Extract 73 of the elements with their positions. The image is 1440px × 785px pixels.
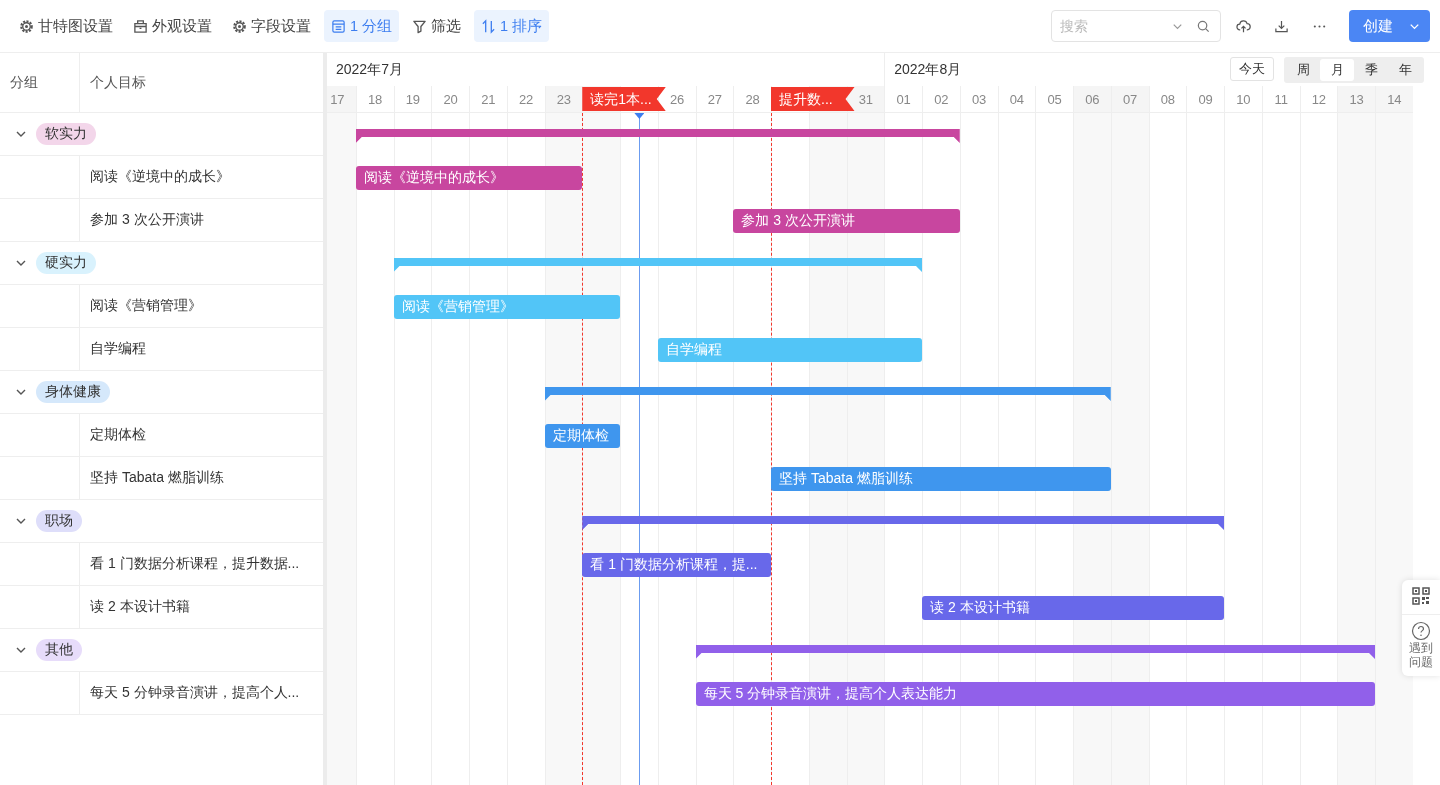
- list-icon: [331, 18, 346, 34]
- task-bar[interactable]: 看 1 门数据分析课程，提...: [582, 553, 771, 577]
- task-name: 看 1 门数据分析课程，提升数据...: [89, 555, 300, 573]
- today-button[interactable]: 今天: [1230, 57, 1274, 81]
- view-tab[interactable]: 周: [1286, 59, 1320, 81]
- month-label: 2022年7月: [335, 59, 404, 79]
- day-label: 02: [922, 86, 960, 112]
- upload-icon[interactable]: [1235, 18, 1251, 34]
- view-tab[interactable]: 年: [1388, 59, 1422, 81]
- day-label: 17: [327, 86, 356, 112]
- gear-icon: [232, 18, 247, 34]
- day-label: 21: [469, 86, 507, 112]
- day-label: 11: [1261, 86, 1300, 112]
- day-label: 10: [1224, 86, 1262, 112]
- milestone-flag[interactable]: 提升数...: [771, 87, 855, 111]
- search-field[interactable]: 搜索: [1051, 10, 1221, 42]
- toolbar-button[interactable]: 1 排序: [474, 10, 550, 42]
- day-label: 08: [1148, 86, 1187, 112]
- day-label: 07: [1110, 86, 1149, 112]
- today-marker: [634, 113, 645, 119]
- task-name: 坚持 Tabata 燃脂训练: [89, 469, 224, 487]
- day-label: 27: [695, 86, 734, 112]
- column-header: 分组: [0, 53, 80, 112]
- group-tag: 软实力: [36, 123, 96, 145]
- day-label: 22: [506, 86, 545, 112]
- task-name: 读 2 本设计书籍: [89, 598, 190, 616]
- column-header: 个人目标: [89, 72, 146, 92]
- day-label: 04: [997, 86, 1036, 112]
- task-bar[interactable]: 阅读《逆境中的成长》: [355, 166, 583, 190]
- group-tag: 职场: [36, 510, 82, 532]
- day-label: 01: [884, 86, 922, 112]
- task-name: 定期体检: [89, 426, 146, 444]
- toolbar-button[interactable]: 外观设置: [126, 10, 219, 42]
- day-label: 14: [1375, 86, 1413, 112]
- filter-icon: [412, 18, 428, 34]
- task-name: 自学编程: [89, 340, 146, 358]
- view-tab[interactable]: 月: [1320, 59, 1354, 81]
- milestone-flag[interactable]: 读完1本...: [582, 87, 666, 111]
- day-label: 20: [431, 86, 469, 112]
- task-bar[interactable]: 坚持 Tabata 燃脂训练: [771, 467, 1111, 491]
- task-name: 阅读《逆境中的成长》: [89, 168, 230, 186]
- qr-code-icon[interactable]: [1411, 586, 1431, 606]
- group-tag: 其他: [36, 639, 82, 661]
- day-label: 03: [959, 86, 998, 112]
- toolbar-button[interactable]: 1 分组: [324, 10, 400, 42]
- task-bar[interactable]: 参加 3 次公开演讲: [733, 209, 960, 233]
- day-label: 23: [544, 86, 583, 112]
- view-tab[interactable]: 季: [1354, 59, 1388, 81]
- group-tag: 硬实力: [36, 252, 96, 274]
- task-name: 阅读《营销管理》: [89, 297, 202, 315]
- task-bar[interactable]: 读 2 本设计书籍: [922, 596, 1224, 620]
- download-icon[interactable]: [1273, 18, 1289, 34]
- day-label: 31: [846, 86, 885, 112]
- day-label: 13: [1337, 86, 1375, 112]
- toolbar-button[interactable]: 筛选: [405, 10, 469, 42]
- gear-icon: [19, 18, 34, 34]
- task-name: 参加 3 次公开演讲: [89, 211, 204, 229]
- day-label: 06: [1073, 86, 1111, 112]
- task-bar[interactable]: 定期体检: [544, 424, 620, 448]
- day-label: 19: [393, 86, 432, 112]
- help-icon[interactable]: [1411, 621, 1431, 641]
- help-label[interactable]: 遇到问题: [1409, 641, 1433, 670]
- cabinet-icon: [133, 18, 148, 34]
- day-label: 18: [355, 86, 394, 112]
- sort-icon: [481, 18, 497, 34]
- group-tag: 身体健康: [36, 381, 110, 403]
- day-label: 09: [1186, 86, 1224, 112]
- search-icon[interactable]: [1196, 18, 1211, 34]
- toolbar-button[interactable]: 甘特图设置: [12, 10, 120, 42]
- toolbar-button[interactable]: 字段设置: [225, 10, 318, 42]
- create-button[interactable]: 创建: [1349, 10, 1430, 42]
- task-bar[interactable]: 每天 5 分钟录音演讲，提高个人表达能力: [695, 682, 1375, 706]
- task-name: 每天 5 分钟录音演讲，提高个人...: [89, 684, 300, 702]
